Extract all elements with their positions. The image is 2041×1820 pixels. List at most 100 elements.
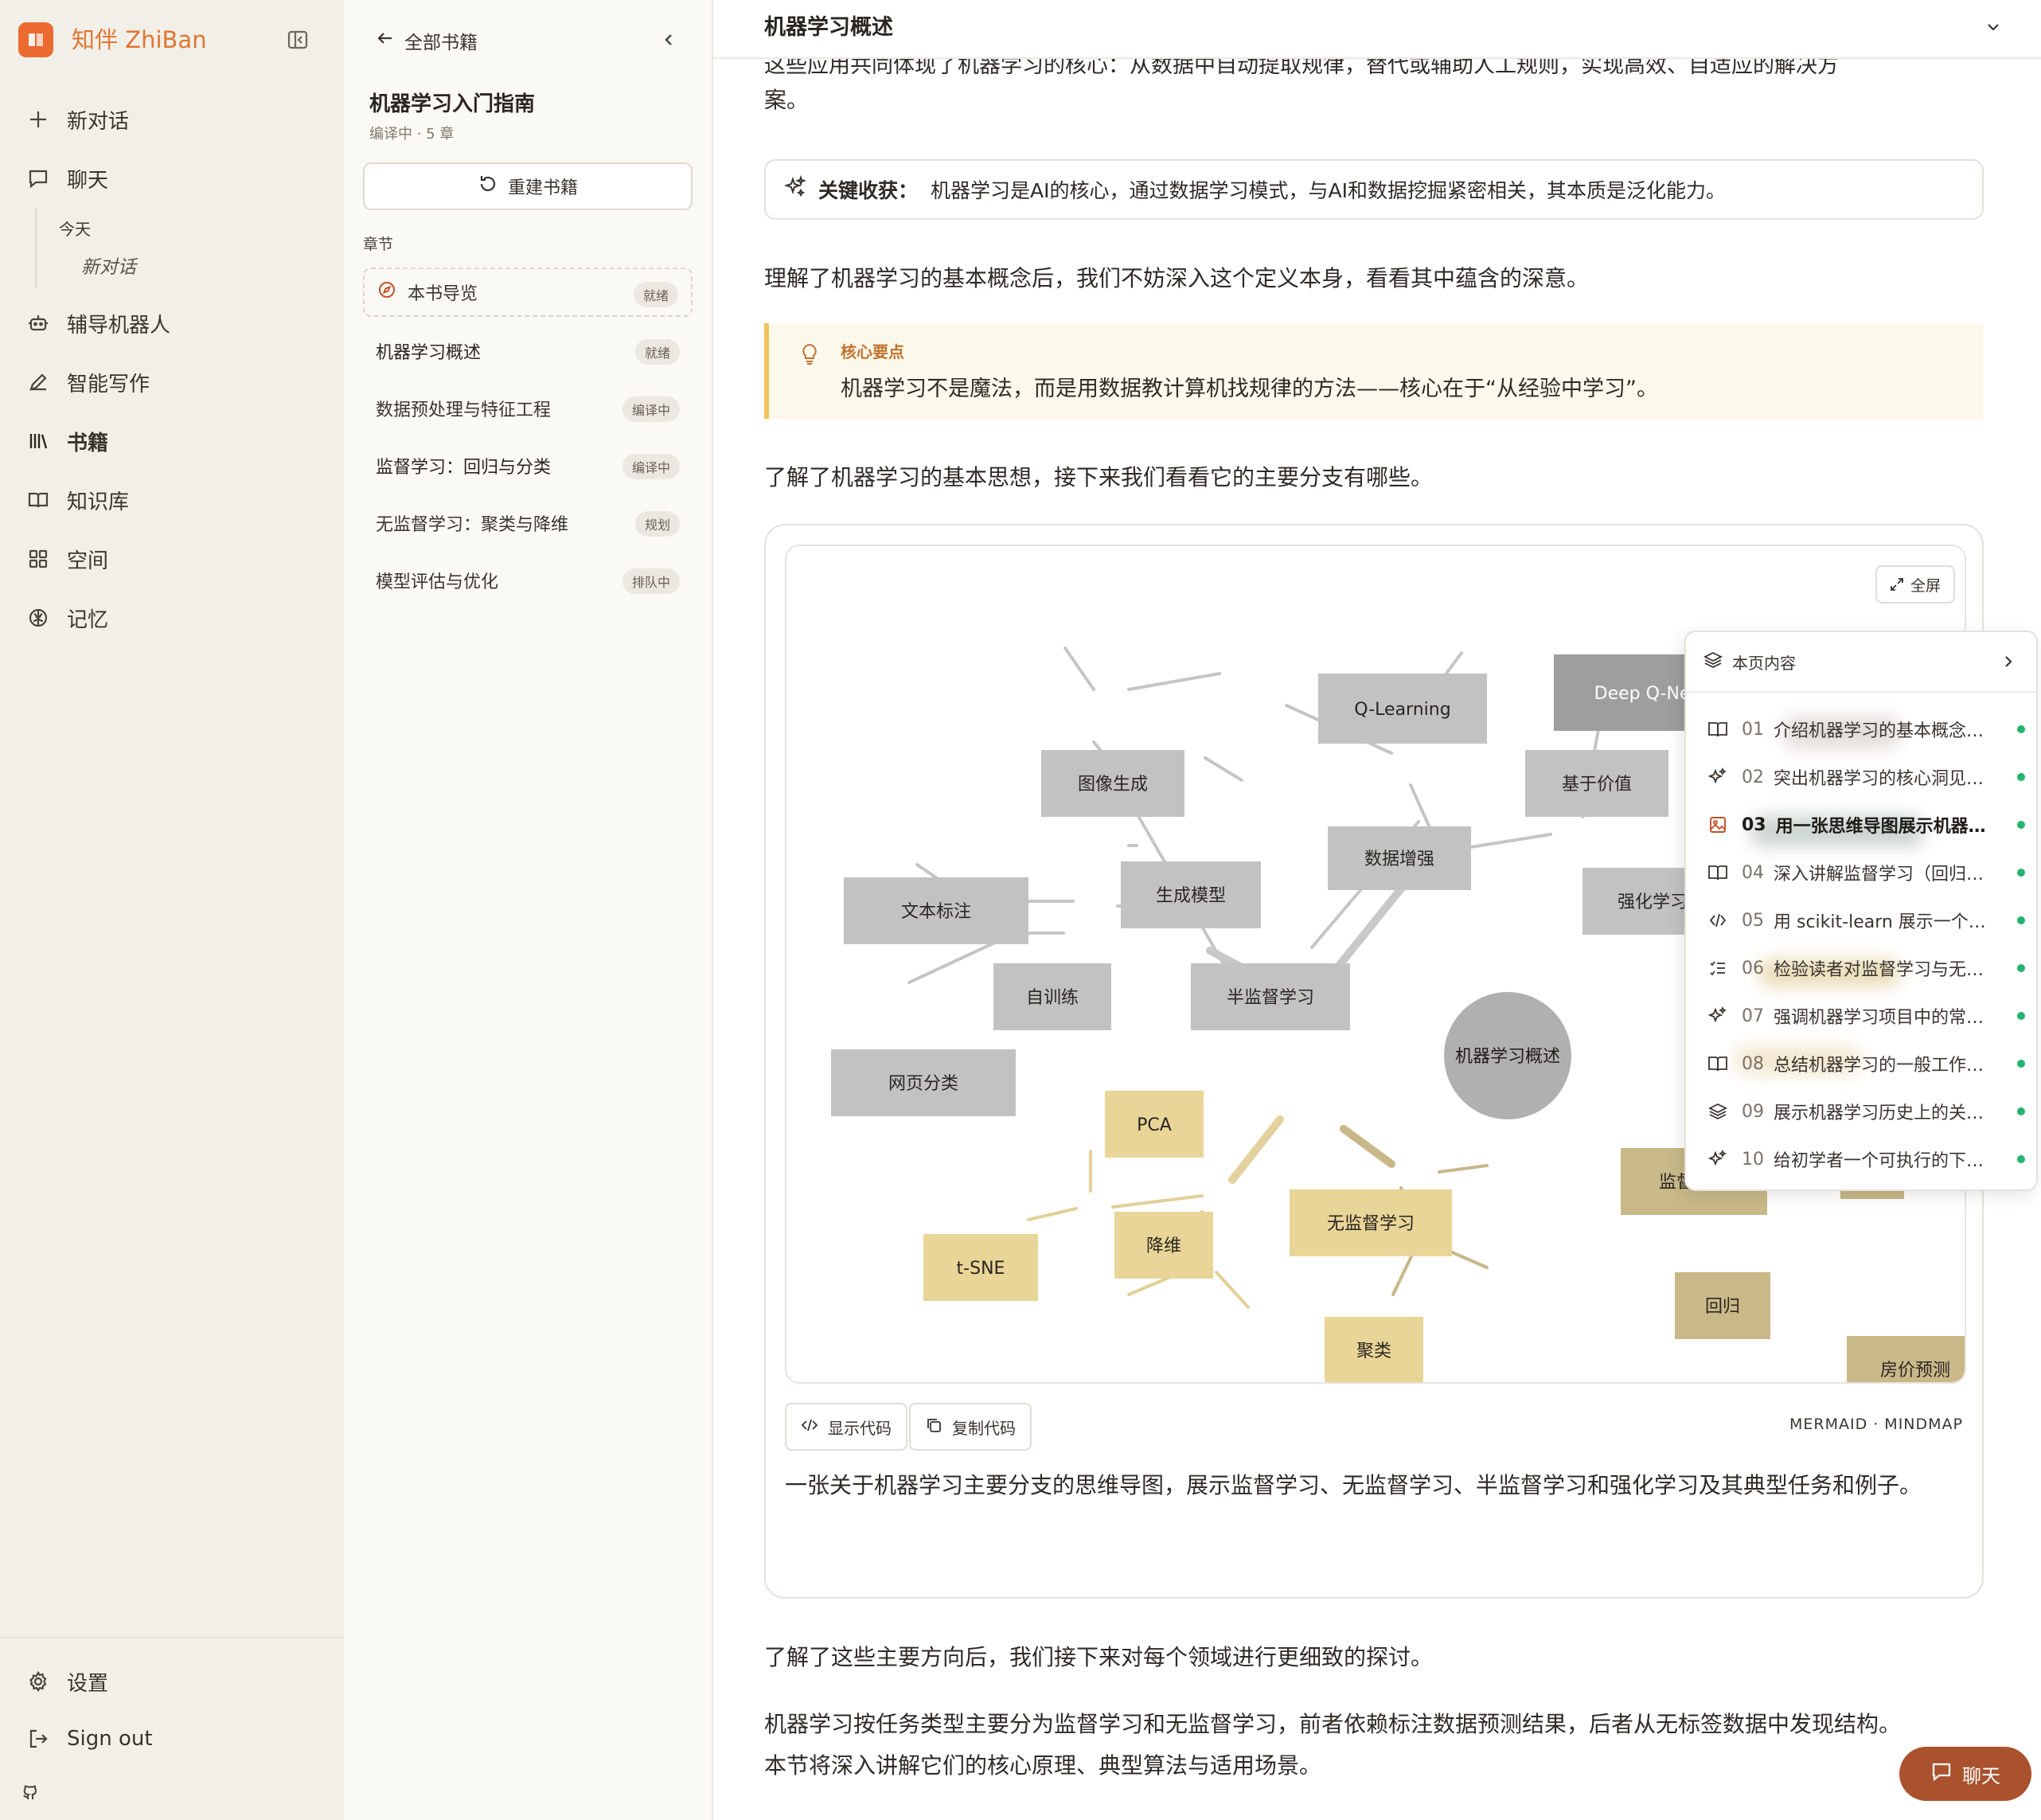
item-number: 03 (1742, 814, 1766, 835)
app-logo[interactable] (18, 22, 53, 57)
nav-label: 记忆 (67, 607, 109, 632)
page-contents-item[interactable]: 09 展示机器学习历史上的关… (1686, 1088, 2036, 1135)
page-title: 机器学习概述 (764, 15, 893, 40)
nav-tutor-bot[interactable]: 辅导机器人 (25, 304, 170, 342)
chapter-title: 机器学习概述 (376, 343, 482, 363)
sparkle-icon (783, 174, 807, 204)
mindmap-node: 数据增强 (1328, 826, 1471, 890)
nav-new-chat[interactable]: 新对话 (25, 100, 129, 139)
item-number: 06 (1742, 958, 1764, 978)
chapter-item[interactable]: 模型评估与优化 排队中 (363, 556, 693, 605)
status-dot (2017, 916, 2025, 924)
chapter-item[interactable]: 无监督学习：聚类与降维 规划 (363, 498, 693, 548)
chevron-left-icon[interactable] (661, 30, 677, 53)
nav-settings[interactable]: 设置 (25, 1662, 108, 1701)
figure-caption: 一张关于机器学习主要分支的思维导图，展示监督学习、无监督学习、半监督学习和强化学… (785, 1472, 1922, 1498)
back-to-all-books[interactable]: 全部书籍 (376, 27, 478, 54)
nav-label: 智能写作 (67, 372, 150, 396)
page-contents-item[interactable]: 04 深入讲解监督学习（回归… (1686, 849, 2036, 896)
copy-code-button[interactable]: 复制代码 (909, 1403, 1032, 1451)
sparkle-icon (1707, 1149, 1729, 1170)
mindmap-node: 回归 (1675, 1272, 1770, 1339)
status-badge: 编译中 (622, 396, 680, 422)
sparkle-icon (1707, 1006, 1729, 1026)
status-dot (2017, 964, 2025, 972)
item-text: 展示机器学习历史上的关… (1774, 1103, 1984, 1123)
item-text: 强调机器学习项目中的常… (1774, 1008, 1984, 1028)
status-dot (2017, 1107, 2025, 1115)
compass-icon (377, 280, 396, 304)
page-contents-item[interactable]: 05 用 scikit-learn 展示一个… (1686, 896, 2036, 944)
mindmap-node: Q-Learning (1318, 674, 1487, 744)
page-contents-title: 本页内容 (1732, 653, 1796, 673)
mindmap-node: 自训练 (993, 963, 1111, 1030)
nav-chat[interactable]: 聊天 (25, 159, 108, 197)
nav-smart-writing[interactable]: 智能写作 (25, 363, 150, 401)
chat-list-guide (35, 209, 37, 288)
page-contents-item[interactable]: 02 突出机器学习的核心洞见… (1686, 753, 2036, 801)
open-chat-button[interactable]: 聊天 (1899, 1747, 2031, 1801)
back-label: 全部书籍 (404, 33, 478, 53)
sign-out-icon (25, 1726, 51, 1752)
mindmap-node-label: 文本标注 (901, 902, 971, 922)
status-dot (2017, 1012, 2025, 1020)
mindmap-node-label: 半监督学习 (1227, 988, 1314, 1008)
item-number: 05 (1742, 910, 1764, 931)
item-number: 04 (1742, 862, 1764, 883)
item-text: 深入讲解监督学习（回归… (1774, 865, 1984, 885)
nav-label: 知识库 (67, 490, 130, 514)
chat-group-label: 今天 (59, 220, 91, 239)
nav-spaces[interactable]: 空间 (25, 540, 108, 578)
mindmap-node-label: 强化学习 (1618, 892, 1688, 912)
chevron-right-icon[interactable] (2001, 653, 2016, 674)
app-name: 知伴 ZhiBan (72, 26, 207, 53)
core-point-callout: 核心要点 机器学习不是魔法，而是用数据教计算机找规律的方法——核心在于“从经验中… (764, 323, 1984, 419)
book-icon (1707, 720, 1729, 739)
sparkle-icon (1707, 767, 1729, 787)
chat-bubble-icon (25, 166, 51, 191)
page-contents-item[interactable]: 08 总结机器学习的一般工作… (1686, 1040, 2036, 1088)
chapter-item[interactable]: 机器学习概述 就绪 (363, 326, 693, 376)
arrow-left-icon (376, 29, 395, 53)
layers-icon (1703, 650, 1723, 674)
mindmap-node: 半监督学习 (1191, 963, 1350, 1030)
mindmap-node: 聚类 (1325, 1317, 1423, 1382)
github-icon[interactable] (21, 1783, 40, 1806)
nav-memory[interactable]: 记忆 (25, 599, 108, 637)
show-code-button[interactable]: 显示代码 (785, 1403, 907, 1451)
chapter-title: 本书导览 (408, 284, 478, 304)
chapter-item[interactable]: 本书导览 就绪 (363, 268, 693, 317)
mindmap-node-label: 无监督学习 (1327, 1214, 1415, 1234)
code-icon (1707, 912, 1729, 929)
chapter-item[interactable]: 监督学习：回归与分类 编译中 (363, 441, 693, 490)
chapter-title: 监督学习：回归与分类 (376, 458, 552, 478)
expand-icon (1891, 578, 1903, 591)
mindmap-node-label: 降维 (1146, 1236, 1181, 1256)
copy-icon (925, 1416, 942, 1438)
page-contents-item[interactable]: 06 检验读者对监督学习与无… (1686, 944, 2036, 992)
page-contents-item[interactable]: 01 介绍机器学习的基本概念… (1686, 705, 2036, 753)
rebuild-book-button[interactable]: 重建书籍 (363, 162, 693, 210)
chapters-heading: 章节 (363, 236, 394, 253)
chat-item[interactable]: 新对话 (81, 252, 136, 279)
sidebar-collapse-icon[interactable] (287, 29, 310, 51)
page-contents-item[interactable]: 10 给初学者一个可执行的下… (1686, 1135, 2036, 1183)
page-contents-item[interactable]: 03 用一张思维导图展示机器… (1686, 801, 2036, 849)
item-number: 10 (1742, 1149, 1764, 1170)
layers-icon (1707, 1102, 1729, 1121)
chapter-title: 数据预处理与特征工程 (376, 400, 552, 420)
item-number: 02 (1742, 767, 1764, 787)
fullscreen-button[interactable]: 全屏 (1875, 565, 1955, 603)
nav-books[interactable]: 书籍 (25, 422, 108, 460)
page-contents-header[interactable]: 本页内容 (1686, 632, 2036, 693)
page-contents-item[interactable]: 07 强调机器学习项目中的常… (1686, 992, 2036, 1040)
status-dot (2017, 869, 2025, 877)
nav-sign-out[interactable]: Sign out (25, 1720, 153, 1758)
nav-label: 空间 (67, 549, 109, 573)
book-panel: 全部书籍 机器学习入门指南 编译中 · 5 章 重建书籍 章节 本书导览 就绪 … (344, 0, 713, 1820)
mindmap-node-label: t-SNE (957, 1259, 1005, 1279)
chapter-item[interactable]: 数据预处理与特征工程 编译中 (363, 384, 693, 433)
item-text: 介绍机器学习的基本概念… (1774, 721, 1984, 741)
nav-knowledge-base[interactable]: 知识库 (25, 481, 129, 519)
chevron-down-icon[interactable] (1984, 18, 2003, 40)
